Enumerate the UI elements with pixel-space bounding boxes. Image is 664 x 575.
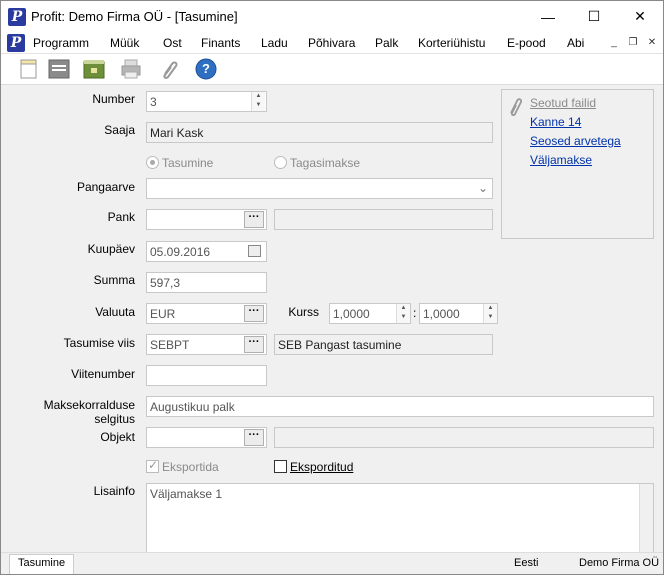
bank-lookup-button[interactable]: ··· [244,211,264,228]
currency-lookup-button[interactable]: ··· [244,305,264,322]
new-document-icon[interactable] [17,58,41,80]
object-label: Objekt [100,430,135,444]
notes-textarea[interactable]: Väljamakse 1 [146,483,654,555]
bank-name-field [274,209,493,230]
date-label: Kuupäev [87,242,135,256]
notes-label: Lisainfo [93,484,135,498]
amount-field[interactable]: 597,3 [146,272,267,293]
menu-ost[interactable]: Ost [163,36,182,50]
rate-separator: : [413,306,417,320]
currency-value: EUR [150,307,176,321]
window-tab-tasumine[interactable]: Tasumine [9,554,75,574]
reference-field[interactable] [146,365,267,386]
number-spinner[interactable]: ▲ ▼ [251,92,265,111]
notes-value: Väljamakse 1 [150,487,223,501]
menu-abi[interactable]: Abi [567,36,584,50]
calendar-icon[interactable] [248,245,261,257]
export-checkbox-label: Eksportida [162,460,219,474]
menu-korteriyhistu[interactable]: Korteriühistu [418,36,485,50]
minimize-button[interactable]: — [525,1,571,32]
payee-label: Saaja [104,123,135,137]
status-company: Demo Firma OÜ [579,557,660,569]
mdi-restore-button[interactable]: ❐ [626,36,640,50]
menu-finants[interactable]: Finants [201,36,240,50]
link-seosed-arvetega[interactable]: Seosed arvetega [530,134,621,148]
lock-folder-icon[interactable] [82,58,106,80]
app-window: P Profit: Demo Firma OÜ - [Tasumine] — ☐… [0,0,664,575]
maximize-button[interactable]: ☐ [571,1,617,32]
related-files-link[interactable]: Seotud failid [530,96,596,110]
title-bar: P Profit: Demo Firma OÜ - [Tasumine] — ☐… [1,1,663,32]
chevron-down-icon: ⌄ [477,181,488,195]
account-label: Pangaarve [76,180,135,194]
export-checkbox[interactable] [146,458,159,473]
date-value: 05.09.2016 [150,245,211,259]
toolbar: ? [1,54,663,85]
menu-programm[interactable]: Programm [33,36,89,50]
method-code: SEBPT [150,338,190,352]
menu-bar: P Programm Müük Ost Finants Ladu Põhivar… [1,32,663,54]
method-name: SEB Pangast tasumine [278,338,402,352]
menu-e-pood[interactable]: E-pood [507,36,546,50]
rate-label: Kurss [288,305,319,319]
reference-label: Viitenumber [71,367,135,381]
payee-field[interactable]: Mari Kask [146,122,493,143]
menu-pohivara[interactable]: Põhivara [308,36,355,50]
description-label: Maksekorralduse selgitus [43,398,135,426]
list-icon[interactable] [47,58,71,80]
bank-label: Pank [107,210,135,224]
window-title: Profit: Demo Firma OÜ - [Tasumine] [31,9,238,24]
related-panel: Seotud failid Kanne 14 Seosed arvetega V… [501,89,654,239]
status-bar: Tasumine Eesti Demo Firma OÜ [1,552,663,574]
link-valjamakse[interactable]: Väljamakse [530,153,592,167]
help-glyph: ? [202,61,210,76]
mdi-app-icon[interactable]: P [7,34,25,52]
status-language: Eesti [514,557,539,569]
refund-radio[interactable] [274,156,287,169]
payment-radio[interactable] [146,156,159,169]
rate-value-2: 1,0000 [423,307,460,321]
attach-icon[interactable] [157,58,181,80]
menu-ladu[interactable]: Ladu [261,36,288,50]
method-label: Tasumise viis [63,336,135,350]
payment-radio-label: Tasumine [162,156,214,170]
number-value: 3 [150,95,157,109]
mdi-close-button[interactable]: ✕ [645,36,659,50]
number-label: Number [92,92,135,106]
exported-checkbox[interactable] [274,460,287,473]
mdi-minimize-button[interactable]: _ [607,36,621,50]
payee-value: Mari Kask [150,126,204,140]
rate-spinner-2[interactable]: ▲ ▼ [483,304,497,323]
app-logo-icon: P [8,8,26,26]
method-name-field: SEB Pangast tasumine [274,334,493,355]
exported-checkbox-label: Eksporditud [290,460,354,474]
print-icon[interactable] [119,58,143,80]
number-field[interactable]: 3 [146,91,267,112]
refund-radio-label: Tagasimakse [290,156,361,170]
account-dropdown[interactable]: ⌄ [146,178,493,199]
menu-myyk[interactable]: Müük [110,36,139,50]
menu-palk[interactable]: Palk [375,36,398,50]
description-field[interactable]: Augustikuu palk [146,396,654,417]
method-lookup-button[interactable]: ··· [244,336,264,353]
amount-value: 597,3 [150,276,181,290]
help-icon[interactable]: ? [194,58,218,80]
paperclip-icon [510,98,523,116]
currency-label: Valuuta [95,305,135,319]
amount-label: Summa [93,273,135,287]
object-lookup-button[interactable]: ··· [244,429,264,446]
link-kanne[interactable]: Kanne 14 [530,115,581,129]
rate-value-1: 1,0000 [333,307,370,321]
close-button[interactable]: ✕ [617,1,663,32]
object-name-field [274,427,654,448]
description-value: Augustikuu palk [150,400,235,414]
payment-form: Number 3 ▲ ▼ Saaja Mari Kask Tasumine Tag… [1,86,663,555]
rate-spinner-1[interactable]: ▲ ▼ [396,304,410,323]
notes-scrollbar[interactable] [639,484,653,554]
